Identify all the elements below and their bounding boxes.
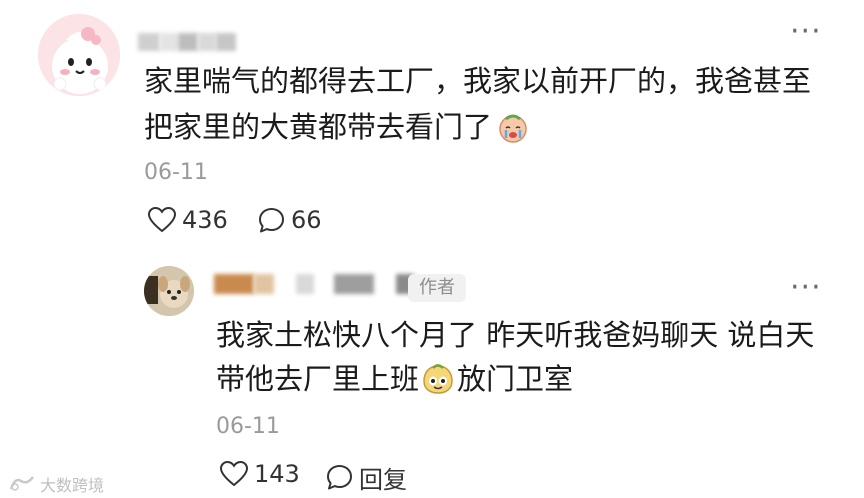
heart-outline-icon: [220, 461, 248, 487]
reply-text-line2: 带他去厂里上班 放门卫室: [216, 356, 573, 402]
heart-outline-icon: [148, 207, 176, 233]
author-avatar[interactable]: [144, 266, 194, 316]
comment-text-line2: 把家里的大黄都带去看门了: [144, 104, 530, 150]
reply-reply-button[interactable]: 回复: [326, 460, 407, 495]
comment-text-line1: 家里喘气的都得去工厂，我家以前开厂的，我爸甚至: [144, 64, 812, 98]
reply-reply-label: 回复: [359, 466, 407, 494]
comment-date: 06-11: [144, 160, 208, 185]
watermark-logo-icon: [9, 476, 34, 491]
author-badge: 作者: [408, 274, 466, 302]
dog-photo-avatar-icon: [144, 266, 194, 316]
speech-bubble-icon: [327, 465, 352, 490]
reply-date: 06-11: [216, 414, 280, 439]
reply-more-button[interactable]: ···: [790, 273, 822, 303]
commenter-name-blurred[interactable]: [138, 33, 236, 51]
smiling-face-emoji-icon: [423, 364, 453, 394]
crying-face-emoji-icon: [499, 114, 527, 143]
reply-text-line2-part1: 带他去厂里上班: [216, 362, 420, 396]
comment-reply-count: 66: [291, 206, 322, 234]
cartoon-avatar-icon: [38, 14, 120, 96]
ellipsis-icon: ···: [790, 270, 822, 305]
comment-text-line2-content: 把家里的大黄都带去看门了: [144, 110, 493, 144]
ellipsis-icon: ···: [790, 14, 822, 49]
reply-text-line1: 我家土松快八个月了 昨天听我爸妈聊天 说白天: [216, 318, 815, 352]
reply-like-count: 143: [254, 460, 300, 488]
speech-bubble-icon: [259, 207, 284, 232]
commenter-avatar[interactable]: [38, 14, 120, 96]
comment-more-button[interactable]: ···: [790, 17, 822, 47]
author-name-blurred[interactable]: [214, 274, 414, 294]
watermark-text: 大数跨境: [40, 476, 105, 495]
watermark: 大数跨境: [8, 472, 104, 496]
reply-like-button[interactable]: 143: [220, 460, 300, 488]
comment-like-button[interactable]: 436: [148, 206, 228, 234]
reply-text-line2-part2: 放门卫室: [457, 362, 574, 396]
comment-reply-button[interactable]: 66: [258, 206, 322, 234]
comment-like-count: 436: [182, 206, 228, 234]
